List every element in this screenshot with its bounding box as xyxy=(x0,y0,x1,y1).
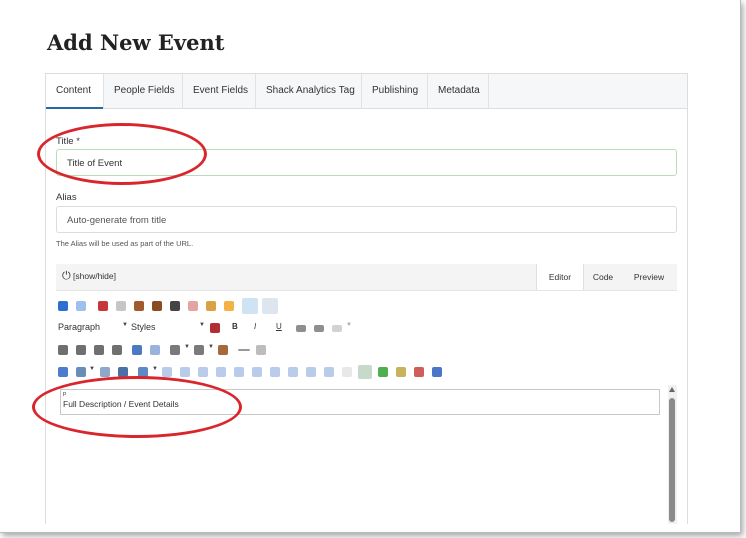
italic-button[interactable]: I xyxy=(254,322,256,331)
editor-content-area[interactable]: p Full Description / Event Details xyxy=(56,385,664,524)
table-icon[interactable] xyxy=(262,298,278,314)
chevron-down-icon[interactable]: ▼ xyxy=(199,322,205,328)
screenshot-frame: Add New Event Content People Fields Even… xyxy=(0,0,741,533)
align-left-icon[interactable] xyxy=(58,345,68,355)
font-color-icon[interactable] xyxy=(210,323,220,333)
pdf-icon[interactable] xyxy=(414,367,424,377)
editor-tab-editor[interactable]: Editor xyxy=(536,264,584,290)
scrollbar-thumb[interactable] xyxy=(669,398,675,522)
table-col-after-icon[interactable] xyxy=(234,367,244,377)
tab-event-fields[interactable]: Event Fields xyxy=(183,74,258,108)
tab-separator xyxy=(488,74,489,108)
block-path-label: p xyxy=(63,391,67,397)
scroll-up-icon[interactable] xyxy=(669,387,675,392)
bullet-list-icon[interactable] xyxy=(194,345,204,355)
title-input[interactable]: Title of Event xyxy=(56,149,677,176)
undo-icon[interactable] xyxy=(58,301,68,311)
event-form-panel: Content People Fields Event Fields Shack… xyxy=(45,73,688,524)
delete-row-icon[interactable] xyxy=(198,367,208,377)
table-row-after-icon[interactable] xyxy=(180,367,190,377)
cut-icon[interactable] xyxy=(98,301,108,311)
split-cells-icon[interactable] xyxy=(270,367,280,377)
visual-blocks-icon[interactable] xyxy=(358,365,372,379)
insert-table-icon[interactable] xyxy=(138,367,148,377)
delete-col-icon[interactable] xyxy=(252,367,262,377)
show-hide-toggle[interactable]: [show/hide] xyxy=(73,271,116,281)
bold-button[interactable]: B xyxy=(232,322,238,331)
content-text: Full Description / Event Details xyxy=(63,399,179,409)
copy-icon[interactable] xyxy=(116,301,126,311)
align-justify-icon[interactable] xyxy=(112,345,122,355)
align-right-icon[interactable] xyxy=(94,345,104,355)
horizontal-rule-icon[interactable] xyxy=(238,349,250,351)
find-icon[interactable] xyxy=(170,301,180,311)
chevron-down-icon[interactable]: ▼ xyxy=(346,322,352,328)
blank-icon[interactable] xyxy=(342,367,352,377)
chevron-down-icon[interactable]: ▼ xyxy=(208,344,214,350)
editor-tab-preview[interactable]: Preview xyxy=(624,264,674,290)
editor-tab-code[interactable]: Code xyxy=(583,264,623,290)
editor-toolbar-row-4: ▼ ▼ xyxy=(56,362,677,382)
tab-content[interactable]: Content xyxy=(46,74,103,109)
underline-button[interactable]: U xyxy=(276,322,282,331)
row-props-icon[interactable] xyxy=(324,367,334,377)
power-icon[interactable]: ⏻ xyxy=(62,270,71,283)
image-icon[interactable] xyxy=(58,367,68,377)
table-row-icon[interactable] xyxy=(162,367,172,377)
indent-icon[interactable] xyxy=(132,345,142,355)
editor-toolbar-row-3: ▼ ▼ xyxy=(56,340,677,360)
cleanup-icon[interactable] xyxy=(206,301,216,311)
editor-toolbar-row-1 xyxy=(56,296,677,316)
alias-input[interactable]: Auto-generate from title xyxy=(56,206,677,233)
chevron-down-icon[interactable]: ▼ xyxy=(184,344,190,350)
cell-props-icon[interactable] xyxy=(306,367,316,377)
alias-label: Alias xyxy=(56,192,77,203)
format-select[interactable]: Paragraph xyxy=(58,322,100,332)
special-character-icon[interactable] xyxy=(218,345,228,355)
outdent-icon[interactable] xyxy=(150,345,160,355)
clear-format-icon[interactable] xyxy=(332,325,342,332)
page-break-icon[interactable] xyxy=(256,345,266,355)
tab-bar: Content People Fields Event Fields Shack… xyxy=(46,74,687,109)
tab-publishing[interactable]: Publishing xyxy=(362,74,428,108)
merge-cells-icon[interactable] xyxy=(288,367,298,377)
title-label: Title * xyxy=(56,136,80,147)
chevron-down-icon[interactable]: ▼ xyxy=(122,322,128,328)
link-icon[interactable] xyxy=(100,367,110,377)
media-icon[interactable] xyxy=(76,367,86,377)
editor-header: ⏻ [show/hide] Editor Code Preview xyxy=(56,264,677,291)
tab-shack-analytics-tag[interactable]: Shack Analytics Tag xyxy=(256,74,365,108)
styles-select[interactable]: Styles xyxy=(131,322,156,332)
table-col-before-icon[interactable] xyxy=(216,367,226,377)
paste-icon[interactable] xyxy=(134,301,144,311)
subscript-icon[interactable] xyxy=(296,325,306,332)
brush-icon[interactable] xyxy=(224,301,234,311)
editor-toolbar-row-2: Paragraph ▼ Styles ▼ B I U ▼ xyxy=(56,318,677,338)
numbered-list-icon[interactable] xyxy=(170,345,180,355)
template-icon[interactable] xyxy=(378,367,388,377)
superscript-icon[interactable] xyxy=(314,325,324,332)
chevron-down-icon[interactable]: ▼ xyxy=(152,366,158,372)
redo-icon[interactable] xyxy=(76,301,86,311)
align-center-icon[interactable] xyxy=(76,345,86,355)
eraser-icon[interactable] xyxy=(188,301,198,311)
paste-text-icon[interactable] xyxy=(152,301,162,311)
paragraph-block[interactable]: p Full Description / Event Details xyxy=(60,389,660,415)
tab-people-fields[interactable]: People Fields xyxy=(104,74,185,108)
page-title: Add New Event xyxy=(47,30,225,55)
tab-metadata[interactable]: Metadata xyxy=(428,74,490,108)
visual-aid-icon[interactable] xyxy=(242,298,258,314)
editor-scrollbar[interactable] xyxy=(668,385,677,524)
alias-help-text: The Alias will be used as part of the UR… xyxy=(56,239,194,248)
chevron-down-icon[interactable]: ▼ xyxy=(89,366,95,372)
anchor-icon[interactable] xyxy=(118,367,128,377)
doc-icon[interactable] xyxy=(396,367,406,377)
gallery-icon[interactable] xyxy=(432,367,442,377)
